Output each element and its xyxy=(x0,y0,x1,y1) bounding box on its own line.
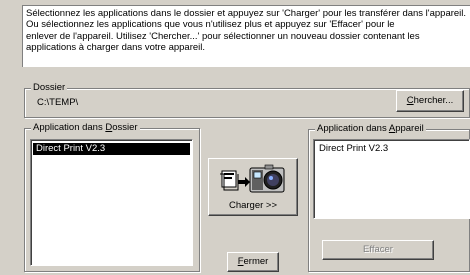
folder-app-item[interactable]: Direct Print V2.3 xyxy=(33,143,190,155)
instructions-text: Sélectionnez les applications dans le do… xyxy=(22,5,470,67)
device-apps-list[interactable]: Direct Print V2.3 xyxy=(313,139,470,219)
folder-apps-title: Application dans Dossier xyxy=(31,122,140,134)
browse-button-label: hercher... xyxy=(413,95,454,106)
folder-group-title: Dossier xyxy=(31,82,68,94)
charger-button[interactable]: Charger >> xyxy=(208,158,298,216)
charger-button-label: Charger >> xyxy=(228,200,278,211)
erase-button[interactable]: Effacer xyxy=(322,240,434,260)
device-app-item[interactable]: Direct Print V2.3 xyxy=(316,143,467,155)
erase-button-label: Effacer xyxy=(363,244,393,255)
camera-transfer-icon xyxy=(220,164,285,193)
close-button-label: ermer xyxy=(243,256,269,267)
folder-path: C:\TEMP\ xyxy=(37,97,79,108)
close-button[interactable]: Fermer xyxy=(227,252,279,272)
browse-button[interactable]: Chercher... xyxy=(396,90,464,112)
device-apps-title: Application dans Appareil xyxy=(315,123,426,135)
browse-button-accel: C xyxy=(406,95,414,106)
folder-apps-list[interactable]: Direct Print V2.3 xyxy=(30,139,193,266)
